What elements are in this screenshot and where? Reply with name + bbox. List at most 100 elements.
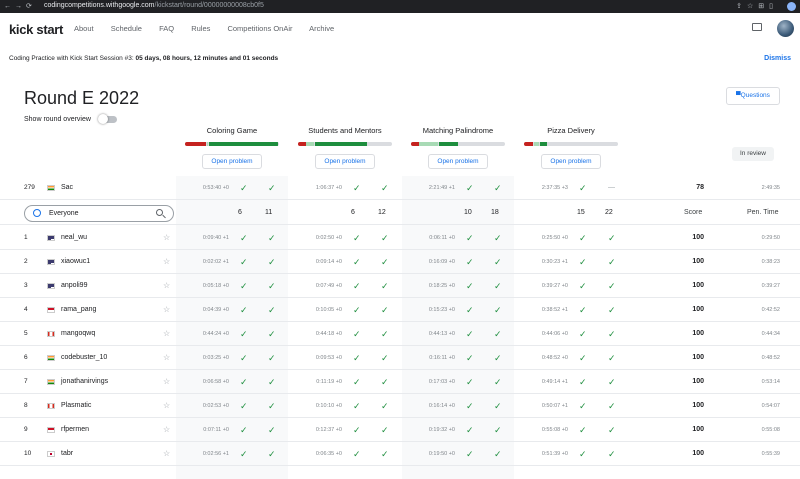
address-bar[interactable]: codingcompetitions.withgoogle.com/kickst… bbox=[44, 2, 264, 9]
score: 100 bbox=[692, 234, 704, 241]
check-icon: ✓ bbox=[466, 281, 474, 291]
rank: 10 bbox=[24, 450, 32, 457]
open-problem-button[interactable]: Open problem bbox=[541, 154, 601, 169]
star-icon[interactable]: ☆ bbox=[163, 394, 170, 418]
progress-segment-red bbox=[298, 142, 306, 146]
submit-time: 0:09:14 +0 bbox=[315, 259, 342, 265]
nav-faq[interactable]: FAQ bbox=[159, 24, 174, 33]
username[interactable]: jonathanirvings bbox=[61, 370, 108, 394]
star-icon[interactable]: ☆ bbox=[163, 298, 170, 322]
submit-time: 0:05:18 +0 bbox=[202, 283, 229, 289]
check-icon: ✓ bbox=[579, 377, 587, 387]
check-icon: ✓ bbox=[494, 401, 502, 411]
submit-time: 0:06:58 +0 bbox=[202, 379, 229, 385]
check-icon: ✓ bbox=[608, 233, 616, 243]
logo[interactable]: kick start bbox=[9, 22, 63, 37]
nav-archive[interactable]: Archive bbox=[309, 24, 334, 33]
submit-time: 0:44:13 +0 bbox=[428, 331, 455, 337]
avatar[interactable] bbox=[777, 20, 794, 37]
progress-segment-red bbox=[524, 142, 534, 146]
check-icon: ✓ bbox=[240, 353, 248, 363]
check-icon: ✓ bbox=[381, 305, 389, 315]
progress-segment-red bbox=[185, 142, 206, 146]
flag-icon bbox=[47, 307, 55, 313]
problem-header: Matching Palindrome Open problem bbox=[410, 126, 506, 169]
username[interactable]: neal_wu bbox=[61, 226, 87, 250]
check-icon: ✓ bbox=[466, 305, 474, 315]
username[interactable]: mangoqwq bbox=[61, 322, 95, 346]
penalty-time: 0:38:23 bbox=[761, 259, 780, 265]
open-problem-button[interactable]: Open problem bbox=[315, 154, 375, 169]
star-icon[interactable]: ☆ bbox=[163, 274, 170, 298]
search-input[interactable]: Everyone bbox=[24, 205, 174, 222]
star-icon[interactable]: ☆ bbox=[163, 346, 170, 370]
username[interactable]: rfpermen bbox=[61, 418, 89, 442]
banner-text: Coding Practice with Kick Start Session … bbox=[9, 55, 134, 62]
progress-segment-light bbox=[419, 142, 439, 146]
check-icon: ✓ bbox=[268, 353, 276, 363]
open-problem-button[interactable]: Open problem bbox=[202, 154, 262, 169]
rank: 8 bbox=[24, 402, 28, 409]
check-icon: ✓ bbox=[579, 329, 587, 339]
browser-nav-icons[interactable]: ←→⟳ bbox=[4, 2, 36, 10]
overview-toggle[interactable] bbox=[98, 114, 117, 124]
check-icon: ✓ bbox=[579, 281, 587, 291]
username[interactable]: tabr bbox=[61, 442, 73, 466]
star-icon[interactable]: ☆ bbox=[163, 250, 170, 274]
star-icon[interactable]: ☆ bbox=[163, 226, 170, 250]
username[interactable]: codebuster_10 bbox=[61, 346, 107, 370]
submit-time: 0:44:24 +0 bbox=[202, 331, 229, 337]
flag-icon bbox=[47, 331, 55, 337]
score-header: Score bbox=[684, 209, 703, 216]
check-icon: ✓ bbox=[608, 401, 616, 411]
dismiss-button[interactable]: Dismiss bbox=[764, 55, 791, 62]
nav-rules[interactable]: Rules bbox=[191, 24, 210, 33]
browser-tool-icons[interactable]: ⇪☆⊞▯ bbox=[736, 2, 778, 10]
penalty-header: Pen. Time bbox=[747, 209, 779, 216]
url-host: codingcompetitions.withgoogle.com bbox=[44, 2, 155, 9]
check-icon: ✓ bbox=[579, 353, 587, 363]
submit-time: 0:15:23 +0 bbox=[428, 307, 455, 313]
progress-segment-red bbox=[411, 142, 419, 146]
nav-competitions-onair[interactable]: Competitions OnAir bbox=[227, 24, 292, 33]
check-icon: ✓ bbox=[268, 257, 276, 267]
check-icon: ✓ bbox=[381, 353, 389, 363]
submit-time: 0:09:40 +1 bbox=[202, 235, 229, 241]
score: 100 bbox=[692, 354, 704, 361]
check-icon: ✓ bbox=[381, 377, 389, 387]
nav-about[interactable]: About bbox=[74, 24, 94, 33]
rank: 7 bbox=[24, 378, 28, 385]
questions-label: Questions bbox=[740, 92, 770, 99]
score: 100 bbox=[692, 258, 704, 265]
penalty-time: 0:54:07 bbox=[761, 403, 780, 409]
star-icon[interactable]: ☆ bbox=[163, 418, 170, 442]
star-icon[interactable]: ☆ bbox=[163, 370, 170, 394]
star-icon[interactable]: ☆ bbox=[163, 442, 170, 466]
username[interactable]: rama_pang bbox=[61, 298, 96, 322]
check-icon: ✓ bbox=[240, 233, 248, 243]
score: 100 bbox=[692, 402, 704, 409]
star-icon[interactable]: ☆ bbox=[163, 322, 170, 346]
penalty-time: 0:39:27 bbox=[761, 283, 780, 289]
my-username[interactable]: Sac bbox=[61, 176, 73, 200]
check-icon: ✓ bbox=[381, 449, 389, 459]
table-row: 6 codebuster_10 ☆ 0:03:25 +0 ✓ ✓ 0:09:53 +0 ✓ ✓ 0… bbox=[0, 346, 800, 370]
nav-schedule[interactable]: Schedule bbox=[111, 24, 142, 33]
check-icon: ✓ bbox=[579, 233, 587, 243]
open-problem-button[interactable]: Open problem bbox=[428, 154, 488, 169]
penalty-time: 0:44:34 bbox=[761, 331, 780, 337]
search-icon[interactable] bbox=[156, 209, 163, 216]
check-icon: ✓ bbox=[268, 449, 276, 459]
username[interactable]: anpoli99 bbox=[61, 274, 87, 298]
username[interactable]: xiaowuc1 bbox=[61, 250, 90, 274]
check-icon: ✓ bbox=[466, 353, 474, 363]
feedback-icon[interactable] bbox=[752, 23, 762, 31]
username[interactable]: Plasmatic bbox=[61, 394, 91, 418]
check-icon: ✓ bbox=[268, 233, 276, 243]
browser-profile-icon[interactable] bbox=[787, 2, 796, 11]
check-icon: ✓ bbox=[381, 183, 389, 193]
submit-time: 0:19:50 +0 bbox=[428, 451, 455, 457]
problem-header: Pizza Delivery Open problem bbox=[523, 126, 619, 169]
submit-time: 0:44:18 +0 bbox=[315, 331, 342, 337]
questions-button[interactable]: ▀Questions bbox=[726, 87, 780, 105]
